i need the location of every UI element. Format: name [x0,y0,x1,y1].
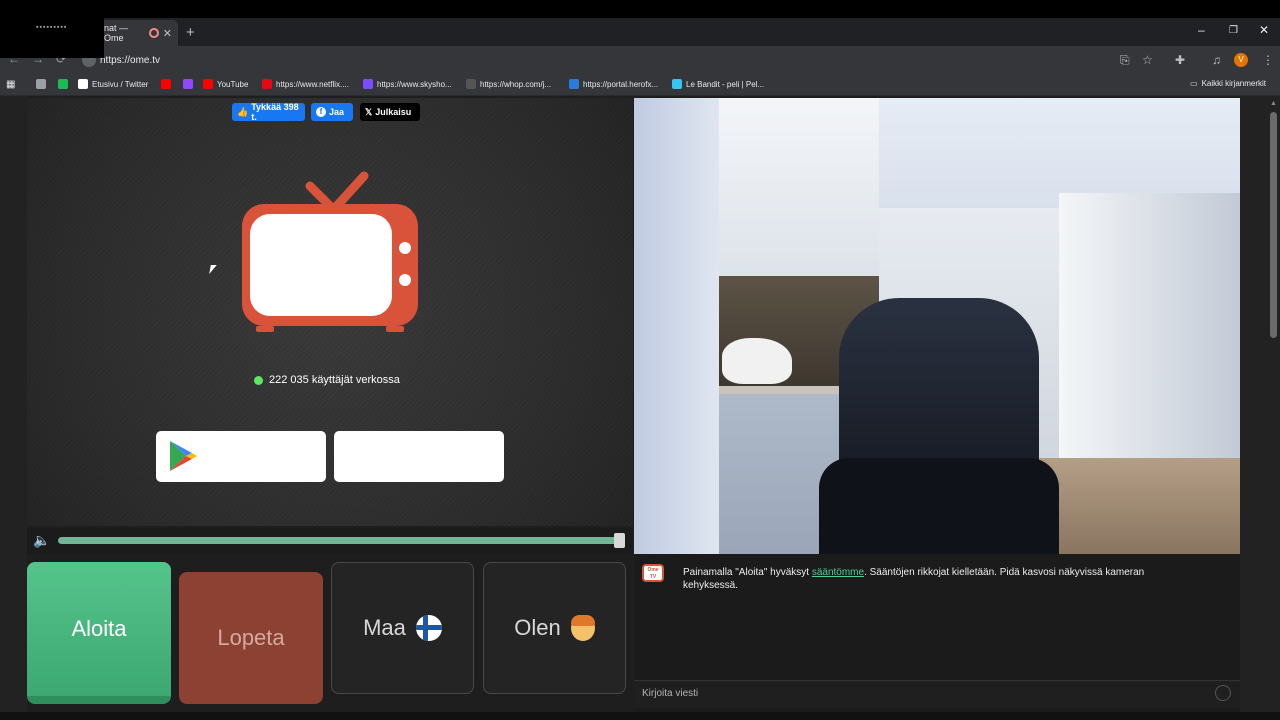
youtube-icon [161,79,171,89]
chat-input[interactable] [634,680,1240,708]
emoji-icon[interactable] [1215,685,1231,701]
bookmark-2[interactable]: Etusivu / Twitter [78,79,148,89]
speaker-icon[interactable]: 🔈 [33,532,50,549]
volume-slider[interactable] [58,537,622,544]
volume-slider-thumb[interactable] [614,533,625,548]
x-post-button[interactable]: 𝕏 Julkaisu [360,103,420,121]
cam-right-wall [1059,193,1240,493]
gender-select-button[interactable]: Olen [483,562,626,694]
start-label: Aloita [71,616,127,641]
google-play-icon [170,441,197,471]
url-input[interactable]: https://ome.tv [76,50,1166,70]
bookmark-label: Le Bandit - peli | Pel... [686,79,765,89]
country-select-button[interactable]: Maa [331,562,474,694]
window-close-button[interactable]: ✕ [1259,23,1269,37]
gender-label: Olen [514,615,561,640]
netflix-icon [262,79,272,89]
bookmark-7[interactable]: https://www.skysho... [363,79,452,89]
url-text: https://ome.tv [100,54,161,66]
thumbs-up-icon: 👍 [237,106,249,117]
finland-flag-icon [415,615,442,641]
bookmark-star-icon[interactable]: ☆ [1142,53,1153,67]
all-bookmarks-button[interactable]: ▭ Kaikki kirjanmerkit [1190,79,1266,88]
x-icon: 𝕏 [365,106,373,117]
skyshowtime-icon [363,79,373,89]
bookmark-label: Etusivu / Twitter [92,79,149,89]
scroll-up-arrow[interactable]: ▲ [1270,100,1277,107]
cam-cabinets [719,98,879,276]
bookmark-5[interactable]: YouTube [203,79,248,89]
online-dot-icon [254,375,263,385]
chat-system-message: Painamalla "Aloita" hyväksyt sääntömme. … [683,566,1163,592]
browser-menu-icon[interactable]: ⋮ [1262,53,1274,67]
bookmark-label: https://www.netflix.... [276,79,349,89]
bookmark-1[interactable] [58,79,68,89]
bookmark-0[interactable] [36,79,46,89]
bookmark-label: https://portal.herofx... [583,79,659,89]
maximize-button[interactable]: ❐ [1229,25,1238,36]
google-play-button[interactable] [156,431,326,482]
globe-icon [36,79,46,89]
tab-title: nat — Ome [104,23,129,43]
top-strip [0,0,1280,18]
redaction-overlay: ▪▪▪▪▪▪▪▪▪ [0,0,104,58]
whop-icon [466,79,476,89]
apps-grid-icon[interactable]: ▦ [6,79,15,90]
male-avatar-icon [570,615,595,641]
bandit-icon [672,79,682,89]
page-scrollbar[interactable] [1270,112,1277,338]
extensions-icon[interactable]: ✚ [1175,53,1185,67]
minimize-button[interactable]: – [1198,23,1205,37]
cam-gaming-chair-seat [819,458,1059,554]
facebook-like-button[interactable]: 👍 Tykkää 398 t. [232,102,305,122]
browser-tab[interactable]: nat — Ome ✕ [98,20,178,46]
start-button[interactable]: Aloita [27,562,171,704]
online-count-text: 222 035 käyttäjät verkossa [269,374,400,386]
media-control-icon[interactable]: ♫ [1212,53,1221,67]
ometv-chat-logo: Ome TV [642,564,664,582]
bookmark-label: https://whop.com/j... [480,79,552,89]
herofx-icon [569,79,579,89]
install-app-icon[interactable]: ⎘ [1120,53,1130,68]
bookmark-4[interactable] [183,79,193,89]
tab-close-icon[interactable]: ✕ [163,27,172,40]
bookmark-8[interactable]: https://whop.com/j... [466,79,551,89]
cam-plush-dog [722,338,792,384]
rules-link[interactable]: sääntömme [812,567,864,578]
share-label: Jaa [329,107,345,117]
bookmark-10[interactable]: Le Bandit - peli | Pel... [672,79,764,89]
facebook-icon: f [316,107,326,117]
self-camera-view [634,98,1240,554]
new-tab-button[interactable]: + [186,24,195,41]
youtube-icon [203,79,213,89]
post-label: Julkaisu [375,107,412,117]
bookmark-9[interactable]: https://portal.herofx... [569,79,658,89]
bookmark-label: https://www.skysho... [377,79,452,89]
ometv-logo-icon [240,170,420,332]
left-gutter [0,96,27,720]
twitch-icon [183,79,193,89]
spotify-icon [58,79,68,89]
app-store-button[interactable] [334,431,504,482]
x-icon [78,79,88,89]
cam-left-wall [634,98,719,554]
stop-label: Lopeta [217,625,285,650]
chat-input-placeholder: Kirjoita viesti [642,688,699,699]
bookmark-6[interactable]: https://www.netflix.... [262,79,349,89]
bookmark-label: YouTube [217,79,249,89]
folder-icon: ▭ [1190,79,1198,88]
online-counter: 222 035 käyttäjät verkossa [254,374,400,386]
bookmark-3[interactable] [161,79,171,89]
recording-icon [149,28,159,38]
profile-avatar[interactable]: V [1234,53,1248,67]
country-label: Maa [363,615,406,640]
all-bookmarks-label: Kaikki kirjanmerkit [1201,79,1267,88]
stop-button[interactable]: Lopeta [179,572,323,704]
os-taskbar [0,712,1280,720]
facebook-share-button[interactable]: f Jaa [311,103,353,121]
like-label: Tykkää 398 t. [251,102,299,122]
chat-message-pre: Painamalla "Aloita" hyväksyt [683,567,812,578]
